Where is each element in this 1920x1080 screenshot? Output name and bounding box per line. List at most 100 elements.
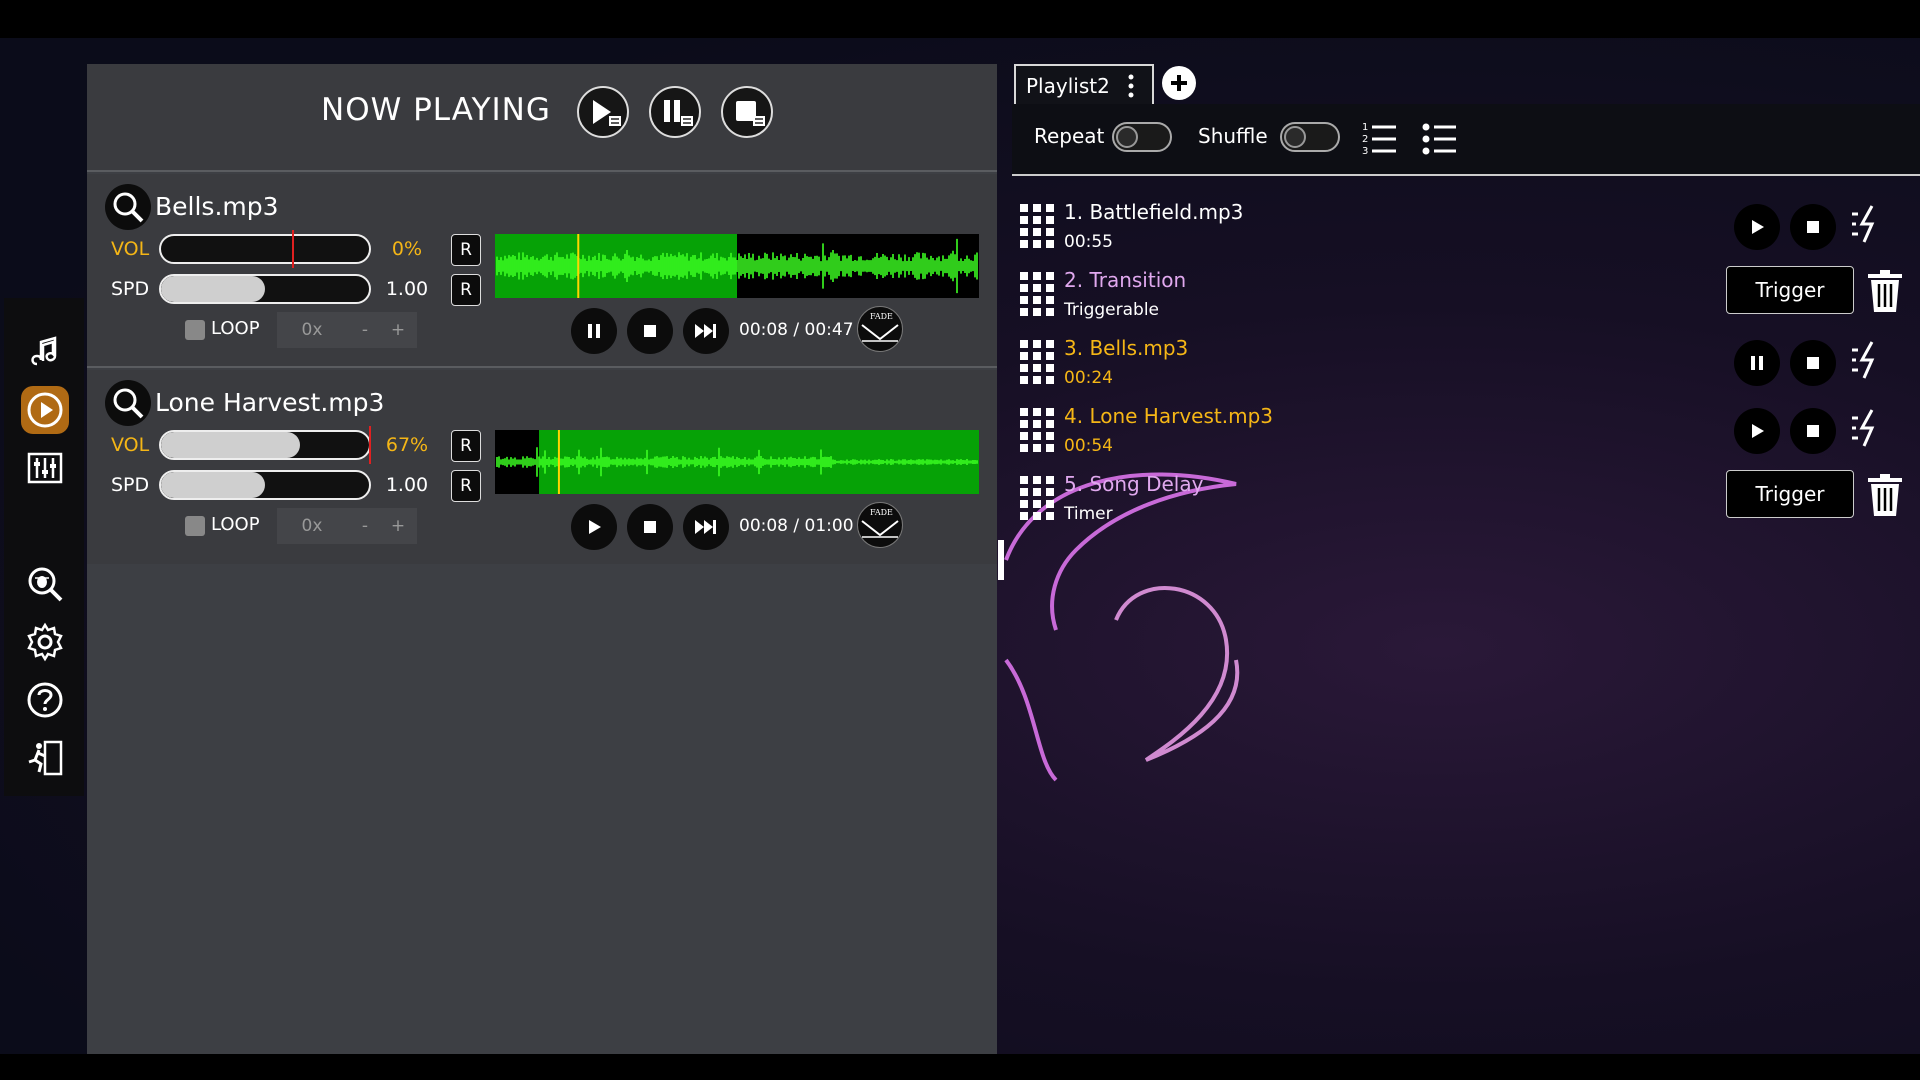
play-all-button[interactable]	[577, 86, 629, 138]
play-button[interactable]	[571, 504, 617, 550]
drag-handle-icon[interactable]	[1020, 340, 1054, 386]
track-card: Lone Harvest.mp3 VOL 67% R SPD 1.00 R LO…	[87, 370, 997, 564]
playlist-item-type: Timer	[1064, 504, 1113, 524]
trash-icon[interactable]	[1868, 270, 1902, 312]
fade-icon[interactable]: FADE	[857, 306, 903, 352]
lightning-icon[interactable]	[1850, 340, 1884, 380]
fade-icon[interactable]: FADE	[857, 502, 903, 548]
playhead	[557, 430, 560, 494]
search-icon[interactable]	[105, 380, 151, 426]
speed-fill	[161, 472, 265, 498]
drag-handle-icon[interactable]	[1020, 408, 1054, 454]
loop-count-value: 0x	[301, 516, 323, 536]
playlist-item-name: 2. Transition	[1064, 268, 1187, 292]
top-bar	[0, 0, 1920, 38]
stop-button[interactable]	[1790, 340, 1836, 386]
shuffle-label: Shuffle	[1198, 124, 1268, 148]
help-icon[interactable]	[21, 676, 69, 724]
playlist-item[interactable]: 5. Song Delay Timer Trigger	[1012, 462, 1920, 530]
svg-text:3: 3	[1362, 146, 1368, 156]
drag-handle-icon[interactable]	[1020, 476, 1054, 522]
volume-slider[interactable]	[159, 234, 371, 264]
repeat-toggle[interactable]	[1112, 122, 1172, 152]
playlist-item-duration: 00:24	[1064, 368, 1113, 388]
loop-decrement-button[interactable]: -	[347, 320, 383, 340]
pause-all-button[interactable]	[649, 86, 701, 138]
now-playing-title: NOW PLAYING	[321, 92, 551, 128]
lightning-icon[interactable]	[1850, 204, 1884, 244]
drag-handle-icon[interactable]	[1020, 204, 1054, 250]
loop-increment-button[interactable]: +	[383, 516, 413, 536]
now-playing-header: NOW PLAYING	[87, 64, 997, 172]
vol-label: VOL	[111, 238, 150, 260]
volume-reset-button[interactable]: R	[451, 234, 481, 266]
volume-fill	[161, 432, 301, 458]
drag-handle-icon[interactable]	[1020, 272, 1054, 318]
left-nav	[4, 298, 84, 796]
playlist-item-name: 4. Lone Harvest.mp3	[1064, 404, 1273, 428]
bulleted-list-icon[interactable]	[1422, 120, 1458, 156]
playlist-tab[interactable]: Playlist2	[1014, 64, 1154, 104]
volume-slider[interactable]	[159, 430, 371, 460]
skip-forward-button[interactable]	[683, 504, 729, 550]
speed-reset-button[interactable]: R	[451, 470, 481, 502]
playlist-item[interactable]: 1. Battlefield.mp3 00:55	[1012, 190, 1920, 258]
play-button[interactable]	[1734, 204, 1780, 250]
stop-button[interactable]	[627, 308, 673, 354]
now-playing-panel: NOW PLAYING Bells.mp3 VOL 0% R SPD 1.00 …	[87, 64, 997, 1054]
bug-search-icon[interactable]	[21, 560, 69, 608]
volume-reset-button[interactable]: R	[451, 430, 481, 462]
playlist-item[interactable]: 3. Bells.mp3 00:24	[1012, 326, 1920, 394]
playlist-item[interactable]: 4. Lone Harvest.mp3 00:54	[1012, 394, 1920, 462]
loop-increment-button[interactable]: +	[383, 320, 413, 340]
waveform-graphic	[495, 430, 978, 494]
playlist-item-name: 5. Song Delay	[1064, 472, 1204, 496]
play-circle-icon[interactable]	[21, 386, 69, 434]
spd-label: SPD	[111, 278, 150, 300]
speed-value: 1.00	[385, 278, 429, 300]
trigger-button[interactable]: Trigger	[1726, 266, 1854, 314]
search-icon[interactable]	[105, 184, 151, 230]
svg-text:2: 2	[1362, 134, 1368, 145]
skip-forward-button[interactable]	[683, 308, 729, 354]
stop-button[interactable]	[1790, 408, 1836, 454]
play-button[interactable]	[1734, 408, 1780, 454]
exit-icon[interactable]	[21, 734, 69, 782]
stop-all-button[interactable]	[721, 86, 773, 138]
loop-counter: 0x - +	[277, 312, 417, 348]
stop-button[interactable]	[627, 504, 673, 550]
speed-reset-button[interactable]: R	[451, 274, 481, 306]
speed-slider[interactable]	[159, 274, 371, 304]
playlist-item-name: 3. Bells.mp3	[1064, 336, 1189, 360]
loop-checkbox[interactable]	[185, 516, 205, 536]
loop-label: LOOP	[211, 318, 260, 339]
trigger-button[interactable]: Trigger	[1726, 470, 1854, 518]
numbered-list-icon[interactable]: 1 2 3	[1362, 120, 1398, 156]
trash-icon[interactable]	[1868, 474, 1902, 516]
svg-text:1: 1	[1362, 122, 1368, 133]
waveform[interactable]	[495, 234, 979, 298]
stop-button[interactable]	[1790, 204, 1836, 250]
pause-button[interactable]	[571, 308, 617, 354]
bottom-bar	[0, 1054, 1920, 1080]
more-vertical-icon[interactable]	[1128, 74, 1134, 98]
playlist-item[interactable]: 2. Transition Triggerable Trigger	[1012, 258, 1920, 326]
loop-checkbox[interactable]	[185, 320, 205, 340]
pause-button[interactable]	[1734, 340, 1780, 386]
speed-slider[interactable]	[159, 470, 371, 500]
soundboard-icon[interactable]	[21, 444, 69, 492]
lightning-icon[interactable]	[1850, 408, 1884, 448]
gear-icon[interactable]	[21, 618, 69, 666]
music-note-icon[interactable]	[21, 328, 69, 376]
volume-value: 67%	[385, 434, 429, 456]
add-playlist-icon[interactable]	[1162, 66, 1196, 100]
speed-value: 1.00	[385, 474, 429, 496]
loop-label: LOOP	[211, 514, 260, 535]
waveform[interactable]	[495, 430, 979, 494]
playlist-item-duration: 00:54	[1064, 436, 1113, 456]
loop-decrement-button[interactable]: -	[347, 516, 383, 536]
playlist-tab-label: Playlist2	[1026, 74, 1110, 98]
loop-counter: 0x - +	[277, 508, 417, 544]
playlist-item-name: 1. Battlefield.mp3	[1064, 200, 1244, 224]
shuffle-toggle[interactable]	[1280, 122, 1340, 152]
